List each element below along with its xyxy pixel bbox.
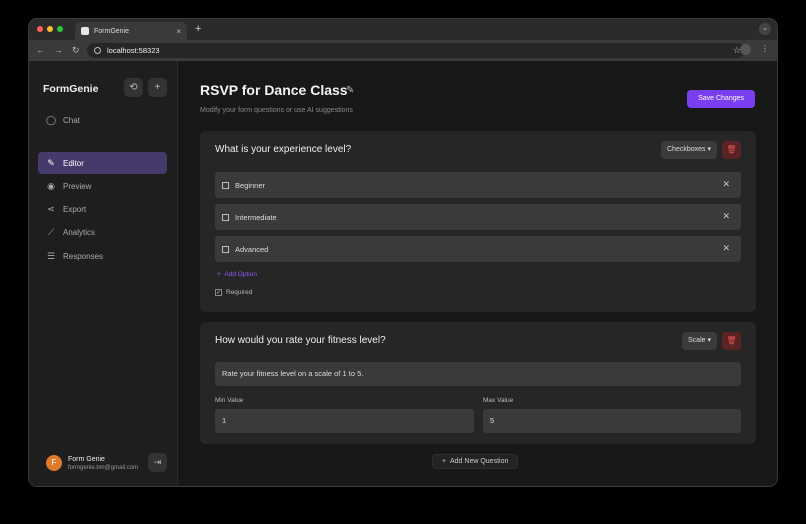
edit-icon: ✎: [47, 157, 55, 168]
user-profile: F Form Genie formgenie.bm@gmail.com: [46, 455, 138, 471]
checkbox-icon: [222, 213, 229, 221]
sidebar-item-label: Chat: [63, 115, 80, 125]
sidebar-item-chat[interactable]: ◯ Chat: [38, 109, 167, 131]
close-tab-icon[interactable]: ×: [176, 27, 181, 36]
checkbox-icon: [222, 181, 229, 189]
favicon-icon: [81, 27, 89, 35]
check-icon: ✓: [215, 289, 222, 296]
forward-icon[interactable]: →: [54, 45, 63, 56]
question-type-value: Checkboxes: [667, 146, 706, 153]
window-controls: [37, 26, 63, 32]
browser-actions: ⋮: [740, 44, 769, 55]
brand-logo: FormGenie: [43, 83, 99, 95]
chevron-down-icon: ▾: [707, 337, 711, 344]
new-form-button[interactable]: +: [148, 78, 167, 97]
page-subtitle: Modify your form questions or use AI sug…: [200, 107, 353, 114]
option-label: Advanced: [235, 244, 269, 254]
question-type-select[interactable]: Scale ▾: [682, 332, 717, 350]
sidebar-item-label: Editor: [63, 158, 84, 168]
nav-buttons: ← → ↻: [29, 45, 80, 56]
max-value-label: Max Value: [483, 397, 514, 404]
sidebar-item-export[interactable]: ⋖ Export: [38, 198, 167, 220]
question-description-input[interactable]: Rate your fitness level on a scale of 1 …: [215, 362, 741, 386]
sidebar-item-preview[interactable]: ◉ Preview: [38, 175, 167, 197]
min-value-input[interactable]: 1: [215, 409, 474, 433]
remove-option-icon[interactable]: ✕: [722, 211, 730, 222]
delete-question-button[interactable]: 🗑: [722, 332, 741, 350]
question-type-value: Scale: [688, 337, 706, 344]
question-card: How would you rate your fitness level? S…: [200, 322, 756, 444]
list-icon: ☰: [46, 250, 56, 261]
address-bar-row: ← → ↻ localhost:58323 ☆ ⋮: [29, 40, 777, 61]
question-card: What is your experience level? Checkboxe…: [200, 131, 756, 312]
browser-window: FormGenie × + ⌄ ← → ↻ localhost:58323 ☆ …: [28, 18, 778, 487]
profile-icon[interactable]: [740, 44, 751, 55]
option-label: Beginner: [235, 180, 266, 190]
add-question-button[interactable]: + Add New Question: [432, 454, 519, 469]
plus-icon: +: [442, 458, 450, 465]
sidebar-item-editor[interactable]: ✎ Editor: [38, 152, 167, 174]
eye-icon: ◉: [47, 180, 55, 191]
sidebar-item-label: Preview: [63, 181, 92, 191]
option-row[interactable]: Intermediate ✕: [215, 204, 741, 230]
edit-title-icon[interactable]: ✎: [346, 85, 354, 96]
user-email: formgenie.bm@gmail.com: [68, 464, 139, 471]
app-root: FormGenie ⟲ + ◯ Chat ✎ Editor ◉ Preview …: [29, 61, 777, 486]
maximize-window-button[interactable]: [57, 26, 63, 32]
logout-button[interactable]: ⇥: [148, 453, 167, 472]
sidebar: FormGenie ⟲ + ◯ Chat ✎ Editor ◉ Preview …: [29, 61, 178, 486]
chat-icon: ◯: [46, 114, 57, 125]
sidebar-item-label: Export: [63, 204, 87, 214]
required-toggle[interactable]: ✓ Required: [215, 289, 252, 296]
option-row[interactable]: Beginner ✕: [215, 172, 741, 198]
max-value-input[interactable]: 5: [483, 409, 741, 433]
save-button[interactable]: Save Changes: [687, 90, 755, 108]
plus-icon: +: [154, 82, 161, 93]
url-input[interactable]: localhost:58323 ☆: [87, 43, 745, 58]
sidebar-item-label: Analytics: [63, 227, 96, 237]
logout-icon: ⇥: [153, 457, 162, 467]
new-tab-button[interactable]: +: [195, 23, 201, 35]
share-icon: ⋖: [47, 203, 55, 214]
checkbox-icon: [222, 245, 229, 253]
question-title[interactable]: What is your experience level?: [215, 144, 351, 155]
trash-icon: 🗑: [726, 336, 737, 345]
main-content: RSVP for Dance Class ✎ Modify your form …: [178, 61, 777, 486]
question-type-select[interactable]: Checkboxes ▾: [661, 141, 717, 159]
browser-tab[interactable]: FormGenie ×: [75, 22, 187, 40]
chevron-down-icon: ▾: [707, 146, 711, 153]
url-text: localhost:58323: [107, 46, 160, 55]
sidebar-item-responses[interactable]: ☰ Responses: [38, 245, 167, 267]
add-option-button[interactable]: + Add Option: [217, 271, 257, 278]
min-value-label: Min Value: [215, 397, 244, 404]
tab-title: FormGenie: [94, 27, 130, 35]
remove-option-icon[interactable]: ✕: [722, 179, 730, 190]
avatar: F: [46, 455, 62, 471]
reload-icon[interactable]: ↻: [72, 45, 80, 56]
back-icon[interactable]: ←: [36, 45, 45, 56]
remove-option-icon[interactable]: ✕: [722, 243, 730, 254]
required-label: Required: [226, 289, 253, 296]
site-info-icon[interactable]: [94, 47, 101, 54]
menu-kebab-icon[interactable]: ⋮: [761, 44, 769, 55]
page-title: RSVP for Dance Class: [200, 82, 348, 98]
option-row[interactable]: Advanced ✕: [215, 236, 741, 262]
history-button[interactable]: ⟲: [124, 78, 143, 97]
chart-icon: ⟋: [47, 226, 55, 237]
minimize-window-button[interactable]: [47, 26, 53, 32]
question-title[interactable]: How would you rate your fitness level?: [215, 335, 386, 346]
trash-icon: 🗑: [726, 145, 737, 154]
add-option-label: Add Option: [224, 271, 257, 278]
history-icon: ⟲: [129, 82, 138, 93]
option-label: Intermediate: [235, 212, 277, 222]
sidebar-item-analytics[interactable]: ⟋ Analytics: [38, 221, 167, 243]
tab-search-icon[interactable]: ⌄: [759, 23, 771, 35]
close-window-button[interactable]: [37, 26, 43, 32]
add-question-label: Add New Question: [449, 458, 509, 465]
sidebar-item-label: Responses: [63, 251, 104, 261]
delete-question-button[interactable]: 🗑: [722, 141, 741, 159]
tab-bar: FormGenie × + ⌄: [29, 19, 777, 40]
user-name: Form Genie: [68, 455, 105, 463]
